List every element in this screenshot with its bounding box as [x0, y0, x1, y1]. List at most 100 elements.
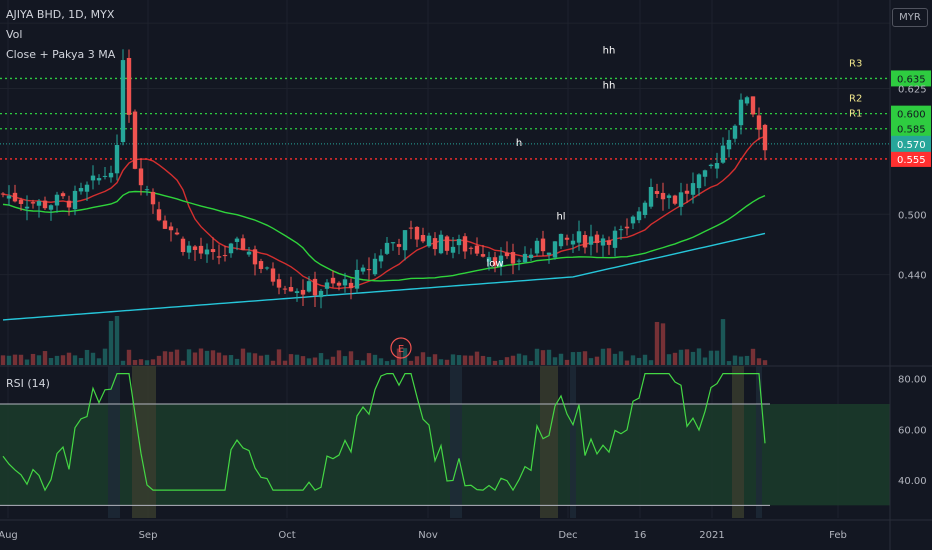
candle-body — [24, 206, 30, 209]
candle-body — [210, 249, 216, 253]
candle-body — [282, 288, 288, 290]
volume-bar — [648, 360, 654, 365]
candle-body — [420, 234, 426, 242]
volume-bar — [84, 349, 90, 365]
candle-body — [636, 211, 642, 221]
candle-body — [720, 145, 726, 163]
candle-body — [414, 226, 420, 240]
chart-area[interactable]: 80.0060.0040.00 0.635R30.600R20.585R10.5… — [0, 0, 932, 550]
candle-body — [96, 178, 102, 181]
candle-body — [612, 230, 618, 248]
volume-bar — [276, 349, 282, 365]
level-name-label: R1 — [849, 109, 862, 120]
candle-body — [144, 189, 150, 191]
candle-body — [120, 60, 126, 143]
candle-body — [630, 216, 636, 224]
level-name-label: R2 — [849, 94, 862, 105]
volume-bar — [378, 358, 384, 365]
candle-body — [306, 281, 312, 292]
volume-bar — [480, 355, 486, 365]
candle-body — [126, 57, 132, 115]
volume-bar — [114, 316, 120, 365]
candle-body — [744, 97, 750, 104]
volume-bar — [108, 320, 114, 365]
currency-badge[interactable]: MYR — [892, 8, 928, 27]
price-tick-label: 0.625 — [898, 84, 927, 95]
volume-bar — [102, 348, 108, 365]
candle-body — [240, 238, 246, 250]
volume-bar — [558, 353, 564, 365]
volume-bar — [138, 359, 144, 365]
volume-bar — [486, 356, 492, 365]
volume-bar — [30, 353, 36, 365]
volume-bar — [594, 356, 600, 365]
candle-body — [342, 279, 348, 286]
candle-body — [480, 254, 486, 257]
volume-bar — [666, 354, 672, 365]
candle-body — [702, 170, 708, 177]
volume-bar — [624, 360, 630, 365]
earnings-label: E — [398, 344, 404, 355]
volume-bar — [174, 349, 180, 365]
volume-bar — [552, 357, 558, 365]
volume-bar — [708, 350, 714, 365]
candle-body — [12, 192, 18, 202]
volume-bar — [630, 355, 636, 365]
volume-bar — [18, 354, 24, 365]
volume-bar — [714, 350, 720, 365]
pattern-annotation: h — [516, 138, 522, 149]
volume-bar — [516, 353, 522, 365]
volume-bar — [444, 359, 450, 365]
volume-bar — [534, 348, 540, 365]
candle-body — [42, 200, 48, 209]
candle-body — [696, 174, 702, 189]
candle-body — [246, 251, 252, 255]
candle-body — [186, 245, 192, 253]
candle-body — [618, 229, 624, 231]
volume-bar — [588, 358, 594, 365]
candle-body — [564, 237, 570, 240]
candle-body — [516, 260, 522, 262]
volume-bar — [90, 352, 96, 365]
volume-bar — [450, 354, 456, 365]
time-tick-label: Nov — [418, 530, 438, 541]
candle-body — [60, 193, 66, 197]
volume-bar — [540, 350, 546, 365]
candle-body — [600, 238, 606, 246]
rsi-tick-label: 40.00 — [898, 476, 927, 487]
volume-bar — [582, 351, 588, 365]
volume-bar — [78, 358, 84, 365]
volume-bar — [408, 360, 414, 365]
volume-bar — [192, 352, 198, 365]
candle-body — [546, 252, 552, 255]
price-tick-label: 0.440 — [898, 271, 927, 282]
volume-bar — [528, 361, 534, 365]
volume-bar — [306, 358, 312, 365]
volume-legend[interactable]: Vol — [6, 28, 22, 41]
volume-bar — [216, 352, 222, 365]
candle-body — [726, 139, 732, 150]
volume-bar — [300, 356, 306, 365]
candle-body — [6, 195, 12, 199]
rsi-highlight-zone — [570, 366, 576, 518]
candle-body — [318, 290, 324, 298]
volume-bar — [660, 323, 666, 365]
volume-bar — [750, 348, 756, 365]
candle-body — [534, 240, 540, 254]
candle-body — [288, 287, 294, 292]
candle-body — [222, 255, 228, 257]
volume-bar — [414, 356, 420, 365]
volume-bar — [132, 360, 138, 365]
symbol-title[interactable]: AJIYA BHD, 1D, MYX — [6, 8, 114, 21]
volume-bar — [510, 355, 516, 365]
ma-legend[interactable]: Close + Pakya 3 MA — [6, 48, 115, 61]
volume-bar — [198, 348, 204, 365]
candle-body — [684, 190, 690, 194]
volume-bar — [348, 351, 354, 365]
level-price-label: 0.600 — [897, 110, 926, 121]
volume-bar — [732, 355, 738, 365]
rsi-legend[interactable]: RSI (14) — [6, 377, 50, 390]
volume-bar — [72, 355, 78, 365]
volume-bar — [672, 352, 678, 365]
rsi-highlight-zone — [450, 366, 462, 518]
